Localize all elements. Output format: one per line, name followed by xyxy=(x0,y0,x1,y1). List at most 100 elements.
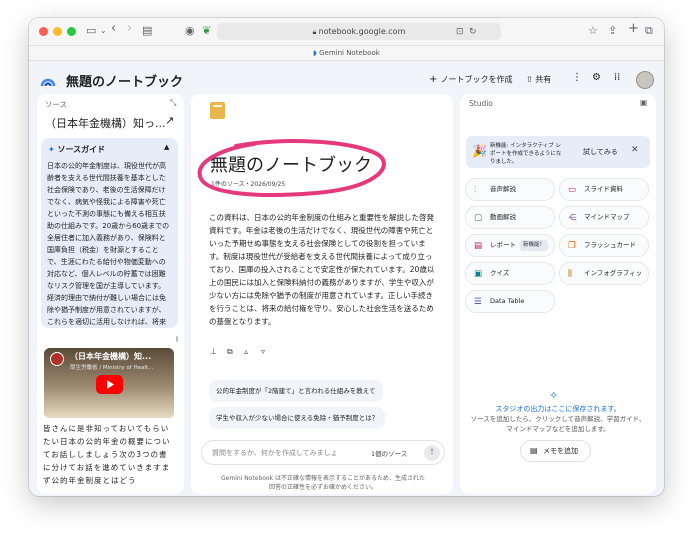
tool-infographic[interactable]: ⫼ インフォグラフィッ xyxy=(559,262,649,285)
apps-grid-icon[interactable]: ⁞⁞ xyxy=(614,72,620,83)
open-external-icon[interactable]: ↗ xyxy=(165,114,174,127)
share-icon[interactable]: ⇪ xyxy=(608,24,617,38)
source-guide-label: ソースガイド xyxy=(57,145,106,154)
banner-text: 新機能: インタラクティブ レポートを作成できるようになりました。 xyxy=(490,143,562,165)
tool-label: インフォグラフィッ xyxy=(584,269,643,277)
magic-wand-icon: ✧ xyxy=(549,389,559,402)
chevron-down-icon[interactable]: ⌄ xyxy=(100,24,107,38)
source-content-text: 皆さんに是非知っておいてもらいたい日本の公的年金の概要についてお話ししましょう次… xyxy=(43,424,171,485)
star-icon[interactable]: ☆ xyxy=(588,24,598,38)
reader-icon[interactable]: ▤ xyxy=(142,24,152,38)
tool-data-table[interactable]: ☰ Data Table xyxy=(465,290,555,313)
source-title[interactable]: （日本年金機構）知っ... xyxy=(45,115,166,131)
sources-header: ソース xyxy=(45,100,68,109)
share-button[interactable]: ⇧ 共有 xyxy=(526,74,551,85)
sidebar-toggle-icon[interactable]: ▭ xyxy=(86,24,96,38)
tool-quiz[interactable]: ▣ クイズ xyxy=(465,262,555,285)
tool-mindmap[interactable]: ⋲ マインドマップ xyxy=(559,206,649,229)
tool-slides[interactable]: ▭ スライド資料 xyxy=(559,178,649,201)
sources-panel: ソース ⤡ （日本年金機構）知っ... ↗ ✦ ソースガイド ▲ 日本の公的年金… xyxy=(37,94,184,494)
evernote-icon[interactable]: ❦ xyxy=(202,24,211,38)
new-badge: 新機能！ xyxy=(520,240,549,251)
close-window-button[interactable] xyxy=(39,27,48,36)
flashcard-icon: ❐ xyxy=(568,241,576,251)
notebook-emoji-icon xyxy=(210,102,225,119)
tool-label: マインドマップ xyxy=(584,213,630,221)
try-it-button[interactable]: 試してみる xyxy=(583,147,618,157)
forward-icon[interactable]: › xyxy=(127,22,132,36)
collapse-panel-icon[interactable]: ⤡ xyxy=(170,98,176,108)
suggestion-chip[interactable]: 学生や収入が少ない場合に使える免除・猶予制度とは？ xyxy=(209,407,386,429)
tool-label: フラッシュカード xyxy=(584,241,636,249)
channel-avatar xyxy=(50,352,64,366)
plus-icon: + xyxy=(429,74,441,85)
chevron-up-icon[interactable]: ▲ xyxy=(164,143,169,151)
suggestion-chip[interactable]: 公的年金制度が「2階建て」と言われる仕組みを教えて xyxy=(209,380,383,402)
video-icon: ▢ xyxy=(474,213,483,223)
thumbs-down-icon[interactable]: ▿ xyxy=(261,347,265,356)
tool-label: 音声解説 xyxy=(490,185,516,193)
chat-panel: 無題のノートブック 1件のソース・2026/09/25 この資料は、日本の公的年… xyxy=(191,94,453,494)
tool-label: Data Table xyxy=(490,297,525,305)
reload-icon[interactable]: ↻ xyxy=(469,25,477,39)
chat-input[interactable]: 質問をするか、何かを作成してみましょ 1個のソース ↑ xyxy=(201,440,445,465)
notebook-logo-icon[interactable] xyxy=(40,73,56,89)
notebook-summary: この資料は、日本の公的年金制度の仕組みと重要性を解説した啓発資料です。年金は老後… xyxy=(209,213,435,326)
share-people-icon: ⇧ xyxy=(526,75,536,84)
settings-icon[interactable]: ⚙ xyxy=(592,72,601,83)
studio-header: Studio xyxy=(469,99,493,108)
browser-tab[interactable]: ◗ Gemini Notebook xyxy=(29,46,664,61)
new-feature-banner: 🎉 新機能: インタラクティブ レポートを作成できるようになりました。 試してみ… xyxy=(466,136,650,168)
send-button[interactable]: ↑ xyxy=(424,445,440,461)
tool-label: レポート xyxy=(490,241,516,249)
video-thumbnail[interactable]: （日本年金機構）知... 厚生労働省 / Ministry of Healt..… xyxy=(44,348,174,418)
studio-panel: Studio ▣ 🎉 新機能: インタラクティブ レポートを作成できるようになり… xyxy=(460,94,656,494)
share-label: 共有 xyxy=(535,75,552,84)
tool-flashcards[interactable]: ❐ フラッシュカード xyxy=(559,234,649,257)
close-icon[interactable]: ✕ xyxy=(631,145,639,155)
new-tab-icon[interactable]: + xyxy=(628,22,639,36)
source-guide-text: 日本の公的年金制度は、現役世代が高齢者を支える世代間扶養を基本とした社会保険であ… xyxy=(47,162,170,326)
datatable-icon: ☰ xyxy=(474,297,482,307)
highlight-scribble xyxy=(197,139,386,197)
browser-window: ▭ ⌄ ‹ › ▤ ◉ ❦ ▯ 🔒︎ notebook.google.com ⊡… xyxy=(29,18,664,496)
mindmap-icon: ⋲ xyxy=(568,213,577,223)
minimize-window-button[interactable] xyxy=(53,27,62,36)
quiz-icon: ▣ xyxy=(474,269,483,279)
add-note-button[interactable]: ▤ メモを追加 xyxy=(520,440,591,462)
video-channel: 厚生労働省 / Ministry of Healt... xyxy=(70,365,154,371)
avatar[interactable] xyxy=(636,71,654,89)
tool-report[interactable]: ▤ レポート 新機能！ xyxy=(465,234,555,257)
play-button[interactable] xyxy=(96,375,123,394)
collapse-studio-icon[interactable]: ▣ xyxy=(640,98,648,107)
scrollbar[interactable] xyxy=(176,336,178,342)
report-icon: ▤ xyxy=(474,241,483,251)
pin-icon[interactable]: ⊥ xyxy=(210,347,217,356)
copy-icon[interactable]: ⧉ xyxy=(227,347,233,357)
back-icon[interactable]: ‹ xyxy=(111,22,116,36)
arrow-up-icon: ↑ xyxy=(428,448,436,458)
extension-icon[interactable]: ◉ xyxy=(185,24,195,38)
audio-icon: ⫶ xyxy=(474,185,477,195)
thumbs-up-icon[interactable]: ▵ xyxy=(244,347,248,356)
studio-empty-description: ソースを追加したら、クリックして音声解説、学習ガイド、マインドマップなどを追加し… xyxy=(470,415,646,433)
tool-label: クイズ xyxy=(490,269,510,277)
source-guide: ✦ ソースガイド ▲ 日本の公的年金制度は、現役世代が高齢者を支える世代間扶養を… xyxy=(41,138,178,328)
video-title: （日本年金機構）知... xyxy=(70,352,152,361)
page-title[interactable]: 無題のノートブック xyxy=(66,71,183,90)
tool-video-overview[interactable]: ▢ 動画解説 xyxy=(465,206,555,229)
chat-input-placeholder: 質問をするか、何かを作成してみましょ xyxy=(212,449,338,457)
tool-audio-overview[interactable]: ⫶ 音声解説 xyxy=(465,178,555,201)
maximize-window-button[interactable] xyxy=(67,27,76,36)
note-icon: ▤ xyxy=(530,446,538,455)
play-icon xyxy=(107,380,114,389)
source-guide-header[interactable]: ✦ ソースガイド xyxy=(48,144,105,155)
notebook-emoji-line xyxy=(213,105,222,107)
tabs-overview-icon[interactable]: ⧉ xyxy=(645,24,653,38)
translate-icon[interactable]: ⊡ xyxy=(456,25,464,39)
tool-label: スライド資料 xyxy=(584,185,623,193)
more-options-icon[interactable]: ⋮ xyxy=(572,72,582,83)
url-text: notebook.google.com xyxy=(318,27,406,36)
create-notebook-button[interactable]: + ノートブックを作成 xyxy=(429,74,513,85)
slides-icon: ▭ xyxy=(568,185,577,195)
